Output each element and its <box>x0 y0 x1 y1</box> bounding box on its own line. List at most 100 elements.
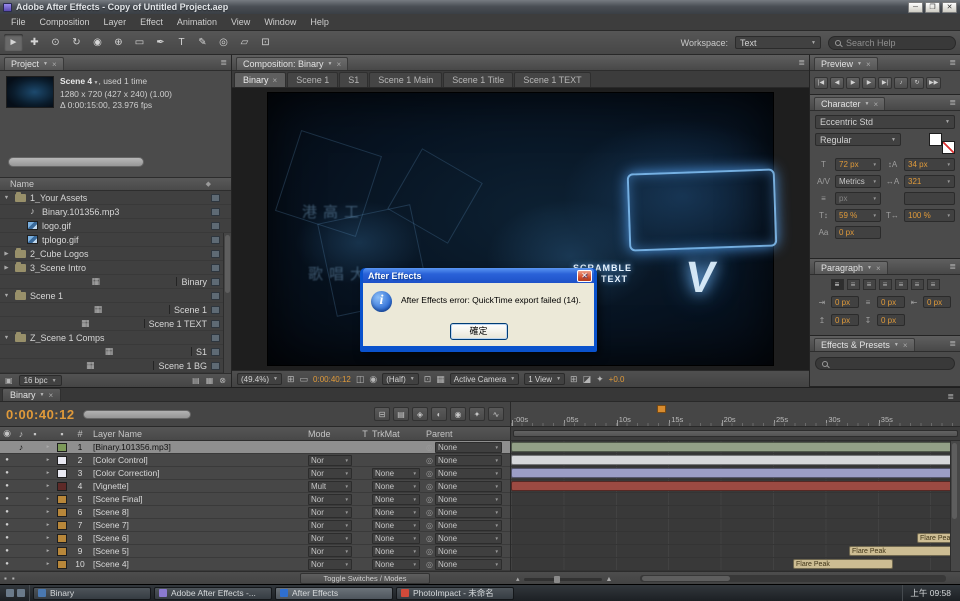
blend-mode-select[interactable]: Mult <box>308 481 352 492</box>
visibility-toggle[interactable]: ● <box>0 470 14 476</box>
parent-select[interactable]: None <box>435 533 502 544</box>
vertical-scale-select[interactable]: 59 % <box>835 209 881 222</box>
taskbar-button[interactable]: Binary <box>33 587 151 600</box>
menu-file[interactable]: File <box>4 15 33 29</box>
transparency-grid-icon[interactable]: ▦ <box>436 374 445 385</box>
blend-mode-select[interactable]: Nor <box>308 559 352 570</box>
timeline-track[interactable]: Flare Peak <box>511 545 950 558</box>
pen-tool-icon[interactable]: ✒ <box>151 34 170 51</box>
tab-effects-presets[interactable]: Effects & Presets▼× <box>814 338 915 351</box>
restore-button[interactable]: ❐ <box>925 2 940 13</box>
parent-select[interactable]: None <box>435 468 502 479</box>
panel-menu-icon[interactable]: ≣ <box>949 98 956 107</box>
folder-expand-icon[interactable]: ▼ <box>2 293 11 299</box>
motion-blur-icon[interactable]: ◉ <box>450 407 466 421</box>
exposure-icon[interactable]: ✦ <box>596 374 604 385</box>
layer-color-swatch[interactable] <box>54 521 70 530</box>
project-item[interactable]: ▶3_Scene Intro <box>0 261 231 275</box>
play-button[interactable]: ▶ <box>846 77 860 89</box>
puppet-pin-tool-icon[interactable]: ⊡ <box>256 34 275 51</box>
new-folder-icon[interactable]: ▤ <box>192 376 200 385</box>
indent-left-field[interactable]: 0 px <box>831 296 859 308</box>
panel-menu-icon[interactable]: ≣ <box>949 58 956 67</box>
layer-row[interactable]: ●▸8[Scene 6]NorNone◎None <box>0 532 510 545</box>
parent-select[interactable]: None <box>435 481 502 492</box>
layer-name[interactable]: [Scene 5] <box>90 546 308 556</box>
snapshot-icon[interactable]: ◫ <box>356 374 365 385</box>
panel-menu-icon[interactable]: ≣ <box>949 339 956 348</box>
visibility-toggle[interactable]: ● <box>0 535 14 541</box>
previous-frame-button[interactable]: ◀ <box>830 77 844 89</box>
layer-name[interactable]: [Binary.101356.mp3] <box>90 442 308 452</box>
leading-select[interactable]: 34 px <box>904 158 955 171</box>
parent-pickwhip-icon[interactable]: ◎ <box>426 508 433 517</box>
timeline-graph[interactable]: Flare PeakFlare PeakFlare Peak <box>510 441 950 571</box>
zoom-slider-thumb[interactable] <box>554 576 560 583</box>
menu-window[interactable]: Window <box>257 15 303 29</box>
menu-effect[interactable]: Effect <box>133 15 170 29</box>
layer-duration-bar[interactable] <box>511 481 950 491</box>
project-item[interactable]: logo.gif <box>0 219 231 233</box>
tracking-select[interactable]: 321 <box>904 175 955 188</box>
layer-duration-bar[interactable] <box>511 468 950 478</box>
blend-mode-select[interactable]: Nor <box>308 546 352 557</box>
quick-launch-icon[interactable] <box>17 589 25 597</box>
layer-color-swatch[interactable] <box>54 469 70 478</box>
layer-row[interactable]: ●▸3[Color Correction]NorNone◎None <box>0 467 510 480</box>
font-family-select[interactable]: Eccentric Std <box>815 115 955 129</box>
layer-color-swatch[interactable] <box>54 456 70 465</box>
visibility-toggle[interactable]: ● <box>0 457 14 463</box>
timeline-track[interactable] <box>511 441 950 454</box>
parent-pickwhip-icon[interactable]: ◎ <box>426 534 433 543</box>
ok-button[interactable]: 確定 <box>450 323 508 340</box>
selection-tool-icon[interactable]: ► <box>4 34 23 51</box>
timeline-horizontal-scrollbar[interactable] <box>640 575 946 582</box>
work-area[interactable] <box>510 427 960 440</box>
layer-color-swatch[interactable] <box>54 560 70 569</box>
parent-select[interactable]: None <box>435 507 502 518</box>
track-matte-select[interactable]: None <box>372 468 420 479</box>
parent-select[interactable]: None <box>435 559 502 570</box>
track-matte-select[interactable]: None <box>372 546 420 557</box>
comp-tab-scene-1-title[interactable]: Scene 1 Title <box>443 72 513 87</box>
parent-pickwhip-icon[interactable]: ◎ <box>426 521 433 530</box>
project-item[interactable]: ▦S1 <box>0 345 231 359</box>
align-right-button[interactable]: ≡ <box>863 279 876 290</box>
frame-blending-icon[interactable]: ◐ <box>431 407 447 421</box>
fill-stroke-swatches[interactable] <box>929 133 955 154</box>
visibility-toggle[interactable]: ● <box>0 496 14 502</box>
align-center-button[interactable]: ≡ <box>847 279 860 290</box>
tab-character[interactable]: Character▼× <box>814 97 885 110</box>
align-left-button[interactable]: ≡ <box>831 279 844 290</box>
workspace-select[interactable]: Text <box>735 36 821 49</box>
layer-expander-icon[interactable]: ▸ <box>42 535 54 541</box>
project-item[interactable]: ▦Scene 1 TEXT <box>0 317 231 331</box>
tab-composition[interactable]: Composition: Binary▼× <box>236 57 348 70</box>
brainstorm-icon[interactable]: ✦ <box>469 407 485 421</box>
menu-help[interactable]: Help <box>303 15 336 29</box>
justify-last-center-button[interactable]: ≡ <box>895 279 908 290</box>
viewer-timecode[interactable]: 0:00:40:12 <box>313 375 351 384</box>
justify-all-button[interactable]: ≡ <box>927 279 940 290</box>
last-frame-button[interactable]: ▶| <box>878 77 892 89</box>
layer-name[interactable]: [Vignette] <box>90 481 308 491</box>
delete-item-icon[interactable]: ⊗ <box>219 376 226 385</box>
folder-expand-icon[interactable]: ▼ <box>2 195 11 201</box>
track-matte-select[interactable]: None <box>372 481 420 492</box>
timeline-track[interactable]: Flare Peak <box>511 558 950 571</box>
composition-marker[interactable] <box>657 405 666 413</box>
layer-color-swatch[interactable] <box>54 443 70 452</box>
stroke-width-select[interactable]: px <box>835 192 881 205</box>
layer-expander-icon[interactable]: ▸ <box>42 522 54 528</box>
layer-name[interactable]: [Color Correction] <box>90 468 308 478</box>
menu-composition[interactable]: Composition <box>33 15 97 29</box>
layer-row[interactable]: ●▸2[Color Control]Nor◎None <box>0 454 510 467</box>
project-item[interactable]: ♪Binary.101356.mp3 <box>0 205 231 219</box>
blend-mode-select[interactable]: Nor <box>308 494 352 505</box>
comp-tab-scene-1[interactable]: Scene 1 <box>287 72 338 87</box>
view-layout-select[interactable]: 1 View <box>524 373 565 385</box>
hide-shy-layers-icon[interactable]: ◈ <box>412 407 428 421</box>
layer-color-swatch[interactable] <box>54 482 70 491</box>
effects-search-input[interactable] <box>815 357 955 370</box>
project-bit-depth-button[interactable]: 16 bpc <box>19 375 62 386</box>
